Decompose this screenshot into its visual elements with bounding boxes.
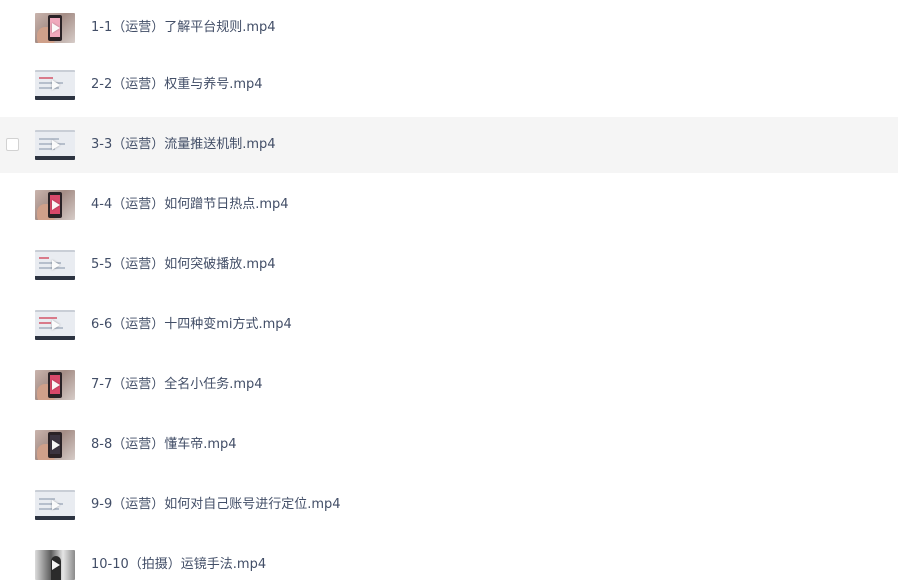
file-name[interactable]: 3-3（运营）流量推送机制.mp4 bbox=[91, 135, 276, 155]
file-row[interactable]: 2-2（运营）权重与养号.mp4 bbox=[0, 57, 898, 113]
file-row[interactable]: 6-6（运营）十四种变mi方式.mp4 bbox=[0, 297, 898, 353]
video-thumbnail-icon[interactable] bbox=[35, 70, 75, 100]
play-icon bbox=[52, 440, 60, 450]
file-row[interactable]: 3-3（运营）流量推送机制.mp4 bbox=[0, 117, 898, 173]
file-name[interactable]: 1-1（运营）了解平台规则.mp4 bbox=[91, 18, 276, 38]
play-icon bbox=[52, 500, 60, 510]
play-icon bbox=[52, 140, 60, 150]
file-row[interactable]: 10-10（拍摄）运镜手法.mp4 bbox=[0, 537, 898, 588]
video-thumbnail-icon[interactable] bbox=[35, 430, 75, 460]
file-row[interactable]: 7-7（运营）全名小任务.mp4 bbox=[0, 357, 898, 413]
row-checkbox[interactable] bbox=[6, 138, 19, 151]
file-name[interactable]: 4-4（运营）如何蹭节日热点.mp4 bbox=[91, 195, 289, 215]
video-thumbnail-icon[interactable] bbox=[35, 310, 75, 340]
file-row[interactable]: 5-5（运营）如何突破播放.mp4 bbox=[0, 237, 898, 293]
play-icon bbox=[52, 23, 60, 33]
play-icon bbox=[52, 260, 60, 270]
play-icon bbox=[52, 200, 60, 210]
file-name[interactable]: 8-8（运营）懂车帝.mp4 bbox=[91, 435, 237, 455]
file-row[interactable]: 4-4（运营）如何蹭节日热点.mp4 bbox=[0, 177, 898, 233]
video-thumbnail-icon[interactable] bbox=[35, 130, 75, 160]
file-row[interactable]: 9-9（运营）如何对自己账号进行定位.mp4 bbox=[0, 477, 898, 533]
video-thumbnail-icon[interactable] bbox=[35, 250, 75, 280]
play-icon bbox=[52, 380, 60, 390]
play-icon bbox=[52, 80, 60, 90]
file-row[interactable]: 1-1（运营）了解平台规则.mp4 bbox=[0, 0, 898, 56]
file-name[interactable]: 9-9（运营）如何对自己账号进行定位.mp4 bbox=[91, 495, 341, 515]
play-icon bbox=[52, 320, 60, 330]
video-thumbnail-icon[interactable] bbox=[35, 13, 75, 43]
file-row[interactable]: 8-8（运营）懂车帝.mp4 bbox=[0, 417, 898, 473]
file-name[interactable]: 2-2（运营）权重与养号.mp4 bbox=[91, 75, 263, 95]
file-name[interactable]: 6-6（运营）十四种变mi方式.mp4 bbox=[91, 315, 292, 335]
video-thumbnail-icon[interactable] bbox=[35, 190, 75, 220]
file-name[interactable]: 7-7（运营）全名小任务.mp4 bbox=[91, 375, 263, 395]
video-thumbnail-icon[interactable] bbox=[35, 490, 75, 520]
file-name[interactable]: 10-10（拍摄）运镜手法.mp4 bbox=[91, 555, 266, 575]
file-name[interactable]: 5-5（运营）如何突破播放.mp4 bbox=[91, 255, 276, 275]
video-thumbnail-icon[interactable] bbox=[35, 550, 75, 580]
play-icon bbox=[52, 560, 60, 570]
file-list: 1-1（运营）了解平台规则.mp4 2-2（运营）权重与养号.mp4 3-3（运… bbox=[0, 0, 898, 588]
video-thumbnail-icon[interactable] bbox=[35, 370, 75, 400]
